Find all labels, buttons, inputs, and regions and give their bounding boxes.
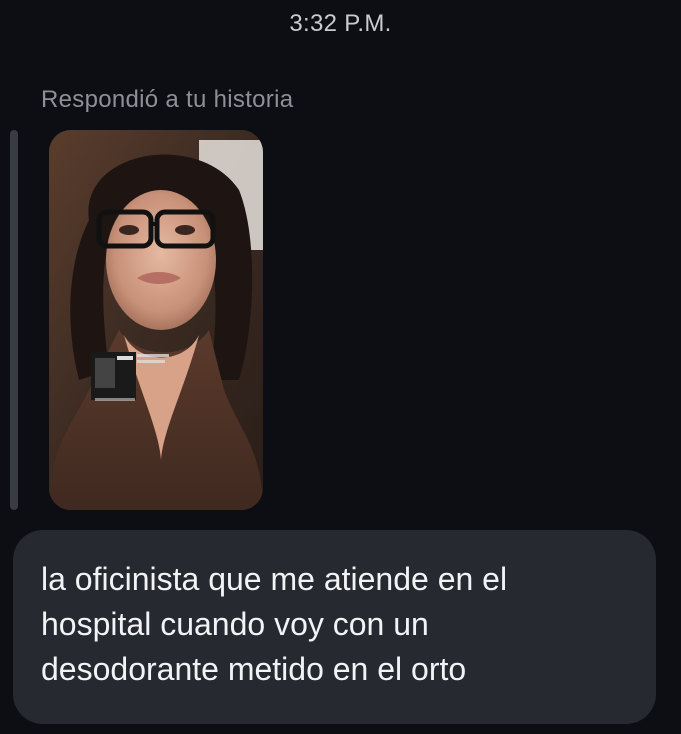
- story-thumbnail[interactable]: [49, 130, 263, 510]
- message-text: la oficinista que me atiende en el hospi…: [41, 561, 508, 687]
- message-bubble[interactable]: la oficinista que me atiende en el hospi…: [13, 530, 656, 724]
- message-timestamp: 3:32 P.M.: [289, 10, 392, 37]
- story-photo-icon: [49, 130, 263, 510]
- reply-indicator-bar: [10, 130, 18, 510]
- chat-screen: 3:32 P.M. Respondió a tu historia la ofi…: [0, 0, 681, 734]
- story-reply-label: Respondió a tu historia: [41, 86, 294, 113]
